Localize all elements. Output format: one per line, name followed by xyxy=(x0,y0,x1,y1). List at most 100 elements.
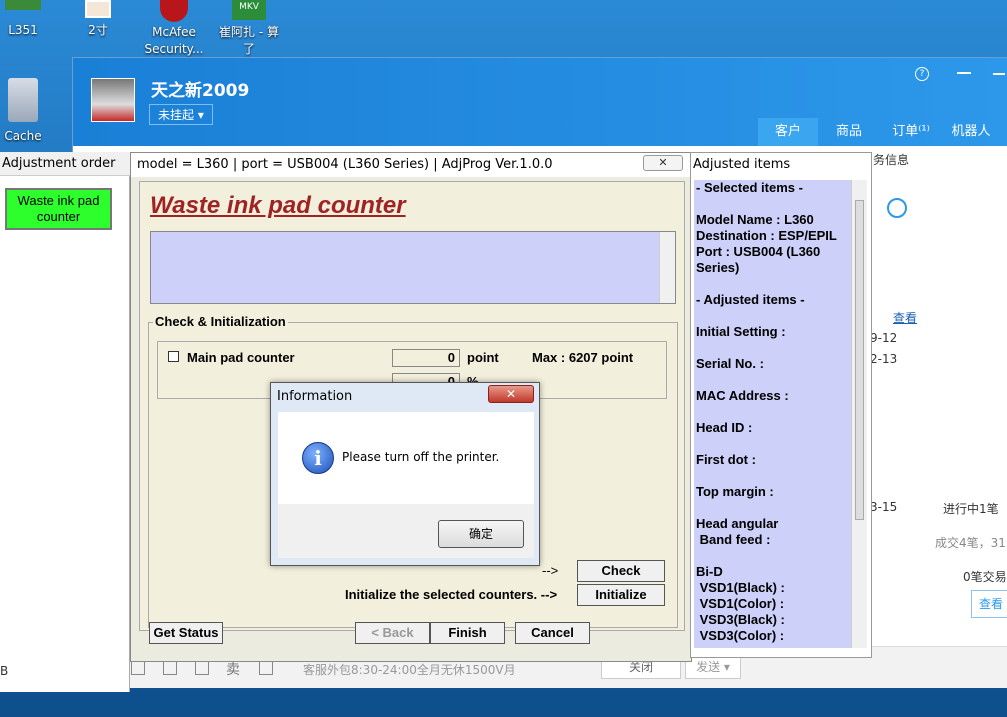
initialize-text: Initialize the selected counters. --> xyxy=(345,587,558,602)
customer-info-panel: 务信息 查看 9-12 2-13 3-15 进行中1笔 成交4笔，31 0笔交易… xyxy=(863,146,1007,686)
status-dropdown[interactable]: 未挂起 ▾ xyxy=(149,104,213,125)
adjusted-items-list: - Selected items - Model Name : L360 Des… xyxy=(694,180,852,648)
items-scrollbar[interactable] xyxy=(851,180,867,648)
desktop-icon-photo[interactable]: 2寸 xyxy=(63,0,133,39)
list-item xyxy=(696,500,852,516)
list-item xyxy=(696,308,852,324)
adjustment-order-title: Adjustment order xyxy=(0,152,130,176)
chat-app-header: 天之新2009 未挂起 ▾ ? 客户 商品 订单⁽¹⁾ 机器人 xyxy=(73,58,1007,146)
ok-button[interactable]: 确定 xyxy=(438,520,524,548)
list-item: VSD1(Color) : xyxy=(696,596,785,611)
list-item: Serial No. : xyxy=(696,356,764,371)
list-item: Series) xyxy=(696,260,740,275)
toolbar-icon-1[interactable] xyxy=(131,661,145,675)
phone-icon[interactable] xyxy=(887,198,907,218)
folder-icon xyxy=(8,78,38,122)
minimize-icon[interactable] xyxy=(993,73,1005,75)
scrollbar-thumb[interactable] xyxy=(855,200,864,520)
list-item xyxy=(696,276,852,292)
list-item: Head ID : xyxy=(696,420,753,435)
info-icon: i xyxy=(302,442,334,474)
main-pad-checkbox[interactable] xyxy=(168,351,179,362)
send-button[interactable]: 发送 ▾ xyxy=(685,655,741,679)
tab-orders[interactable]: 订单⁽¹⁾ xyxy=(881,118,941,146)
desktop-icon-label: 2寸 xyxy=(88,23,108,37)
toolbar-icon-3[interactable] xyxy=(195,661,209,675)
date-1: 9-12 xyxy=(870,331,898,345)
get-status-button[interactable]: Get Status xyxy=(149,622,223,644)
tab-customer[interactable]: 客户 xyxy=(758,118,818,146)
mkv-file-icon: MKV xyxy=(232,0,266,20)
info-message: Please turn off the printer. xyxy=(342,450,500,464)
message-area xyxy=(150,231,676,304)
cancel-button[interactable]: Cancel xyxy=(515,622,590,644)
date-2: 2-13 xyxy=(870,352,898,366)
list-item: Top margin : xyxy=(696,484,774,499)
list-item: Model Name : L360 xyxy=(696,212,814,227)
list-item: - Selected items - xyxy=(696,180,803,195)
finish-button[interactable]: Finish xyxy=(430,622,505,644)
point-unit: point xyxy=(467,350,499,365)
desktop-icon-label: 崔阿扎 - 算了 xyxy=(219,25,279,56)
adjusted-items-title: Adjusted items xyxy=(693,157,791,172)
dialog-title: model = L360 | port = USB004 (L360 Serie… xyxy=(131,153,693,177)
point-value-field: 0 xyxy=(392,349,460,367)
list-item xyxy=(696,436,852,452)
mcafee-shield-icon xyxy=(160,0,188,22)
list-item xyxy=(696,196,852,212)
scrollbar[interactable] xyxy=(659,232,675,303)
shop-name: 天之新2009 xyxy=(151,81,250,101)
desktop-icon-mcafee[interactable]: McAfee Security... xyxy=(139,0,209,58)
tab-robot[interactable]: 机器人 xyxy=(941,118,1001,146)
adjusted-items-panel: Adjusted items - Selected items - Model … xyxy=(690,152,872,658)
back-button[interactable]: < Back xyxy=(355,622,430,644)
list-item: MAC Address : xyxy=(696,388,789,403)
list-item xyxy=(696,404,852,420)
list-item xyxy=(696,548,852,564)
list-item xyxy=(696,372,852,388)
desktop-icon-label: Cache xyxy=(4,129,42,143)
list-item xyxy=(696,468,852,484)
list-item: VSD3(Black) : xyxy=(696,612,785,627)
list-item: Port : USB004 (L360 xyxy=(696,244,821,259)
toolbar-icon-4[interactable] xyxy=(259,661,273,675)
list-item: First dot : xyxy=(696,452,756,467)
list-item: Head angular xyxy=(696,516,779,531)
info-heading: 务信息 xyxy=(873,153,910,167)
info-button-bar: 确定 xyxy=(278,504,534,558)
deals-text: 成交4笔，31 xyxy=(935,536,1006,550)
main-pad-label: Main pad counter xyxy=(187,350,295,365)
list-item: Band feed : xyxy=(696,532,771,547)
pin-icon[interactable] xyxy=(957,72,971,74)
close-icon[interactable]: ✕ xyxy=(643,155,683,171)
information-dialog: Information ✕ i Please turn off the prin… xyxy=(270,382,540,566)
close-icon[interactable]: ✕ xyxy=(488,385,534,403)
desktop-icon-cache[interactable]: Cache xyxy=(0,78,58,145)
photo-icon xyxy=(85,0,111,18)
deals-text-2: 0笔交易 xyxy=(963,570,1007,584)
desktop-icon-l351[interactable]: L351 xyxy=(0,0,58,39)
list-item: - Adjusted items - xyxy=(696,292,805,307)
desktop-icon-label: L351 xyxy=(8,23,38,37)
info-dialog-title: Information xyxy=(277,389,353,404)
view-link[interactable]: 查看 xyxy=(893,309,917,326)
list-item: Initial Setting : xyxy=(696,324,786,339)
max-point-text: Max : 6207 point xyxy=(532,350,634,365)
in-progress-text: 进行中1笔 xyxy=(943,502,999,516)
list-item: Destination : ESP/EPIL xyxy=(696,228,837,243)
group-label: Check & Initialization xyxy=(153,314,288,329)
tab-goods[interactable]: 商品 xyxy=(819,118,879,146)
desktop-icon-mkv[interactable]: MKV 崔阿扎 - 算了 xyxy=(214,0,284,58)
check-button[interactable]: Check xyxy=(577,560,665,582)
initialize-button[interactable]: Initialize xyxy=(577,584,665,606)
shop-avatar[interactable] xyxy=(91,78,135,122)
help-icon[interactable]: ? xyxy=(915,67,929,81)
view-button[interactable]: 查看 xyxy=(971,590,1007,618)
sell-icon[interactable]: 卖 xyxy=(226,659,240,679)
page-heading: Waste ink pad counter xyxy=(150,192,406,219)
list-item: VSD3(Color) : xyxy=(696,628,785,643)
adjustment-order-panel: Adjustment order Waste ink pad counter B xyxy=(0,152,130,692)
check-arrow: --> xyxy=(542,563,559,578)
toolbar-icon-2[interactable] xyxy=(163,661,177,675)
waste-ink-pad-counter-button[interactable]: Waste ink pad counter xyxy=(5,188,112,230)
